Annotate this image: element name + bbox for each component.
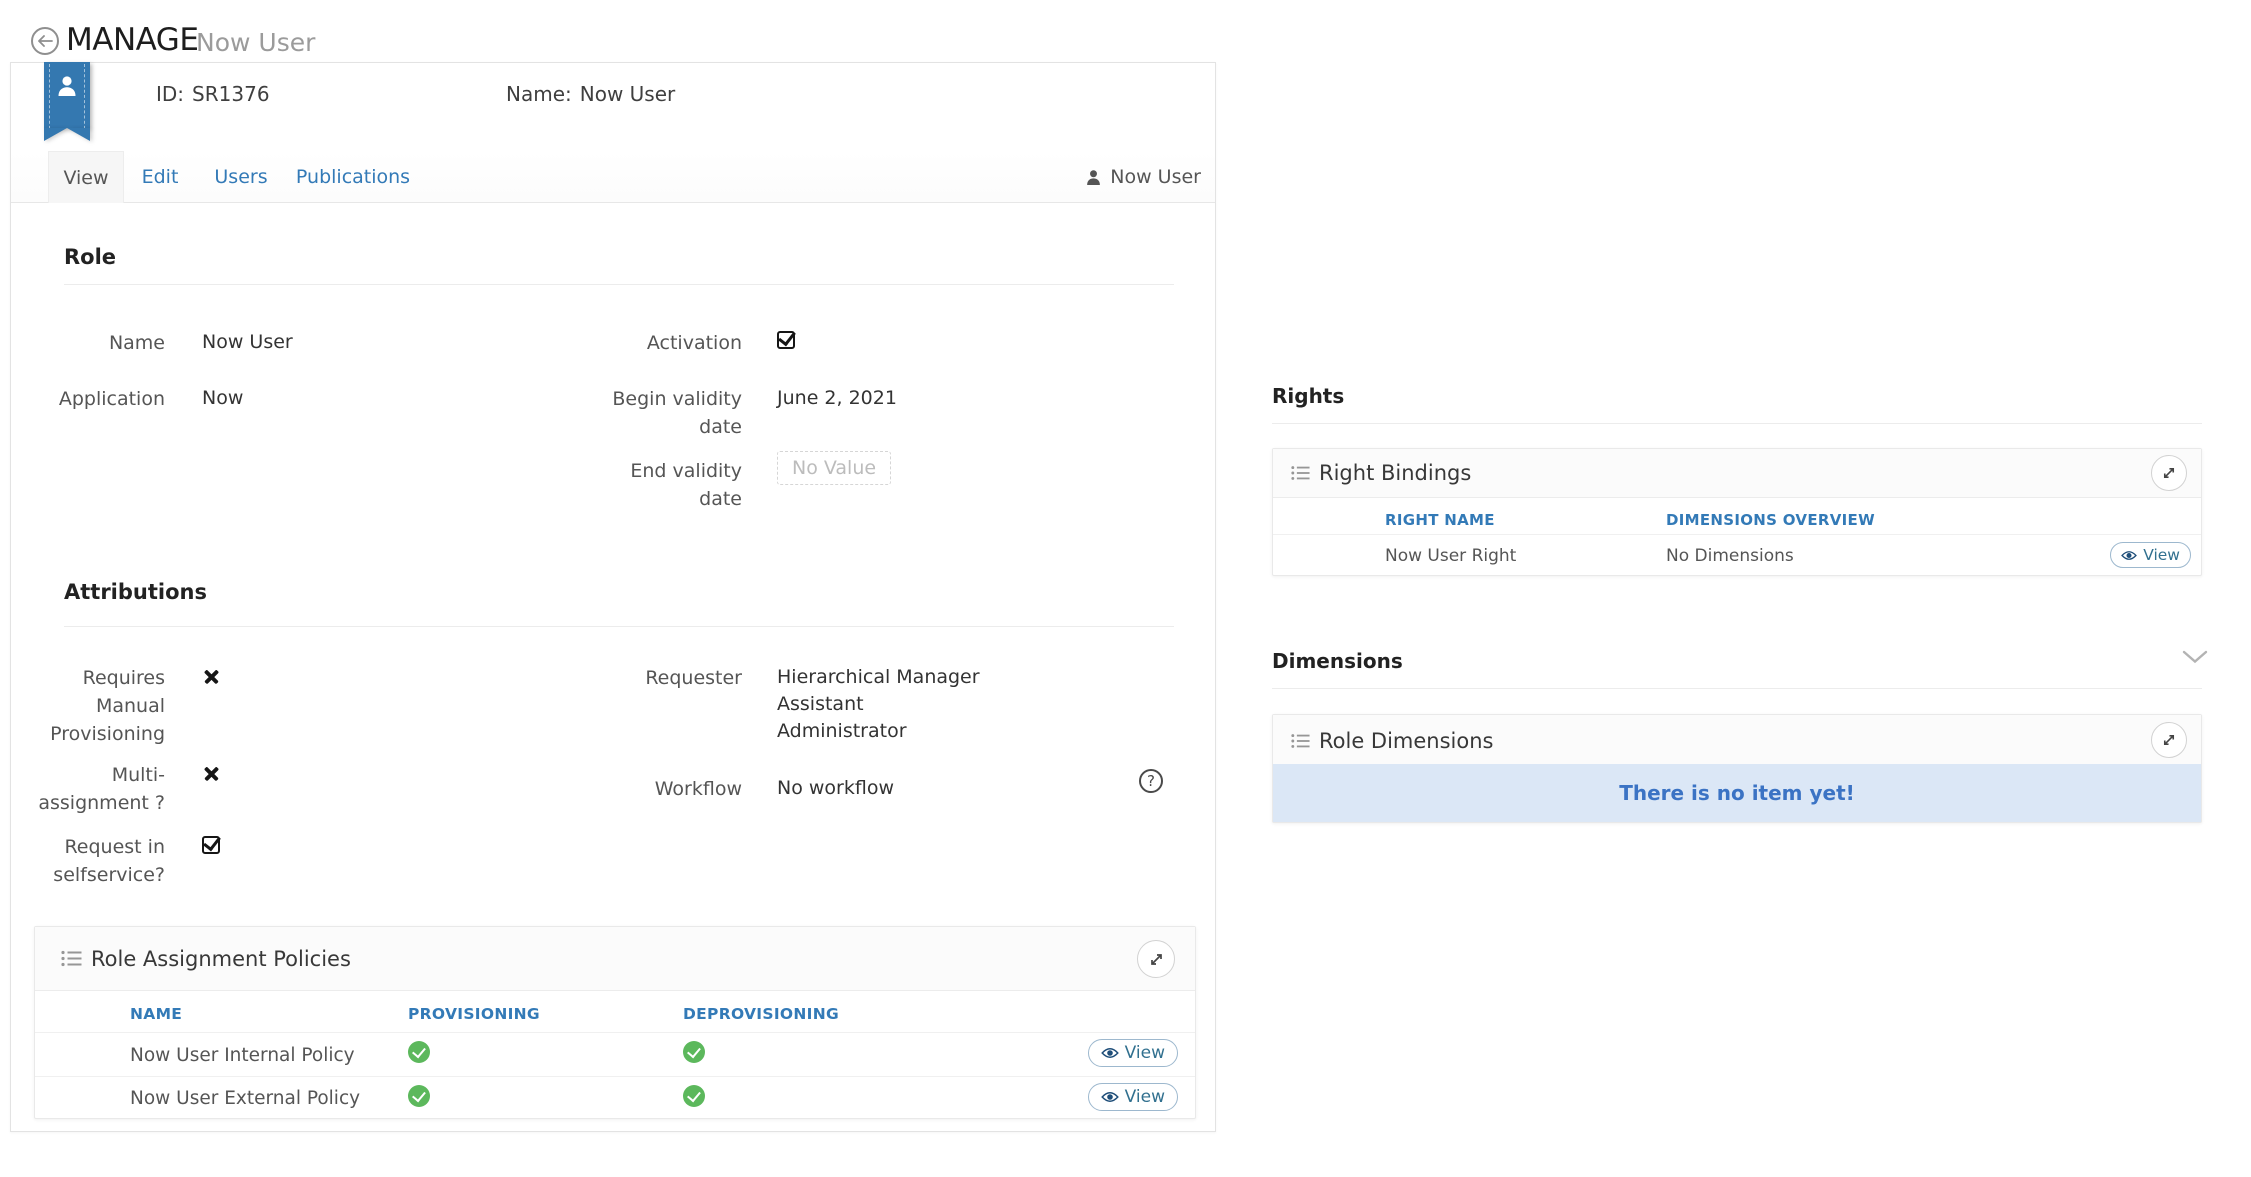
role-detail-card: ID: SR1376 Name: Now User View Edit Users … — [10, 62, 1216, 1132]
multi-assignment-cross-icon — [204, 766, 219, 781]
end-validity-novalue-box: No Value — [777, 451, 891, 485]
divider — [1272, 423, 2202, 424]
tab-view[interactable]: View — [48, 151, 124, 203]
activation-label: Activation — [571, 329, 742, 357]
col-header-provisioning[interactable]: PROVISIONING — [408, 1005, 540, 1023]
dimensions-cell: No Dimensions — [1666, 546, 1794, 566]
list-icon — [1291, 465, 1310, 481]
provisioning-check-icon — [408, 1085, 430, 1107]
role-name-value: Now User — [580, 82, 676, 106]
back-arrow-icon — [37, 35, 53, 47]
role-id-field: ID: SR1376 — [156, 82, 270, 106]
page-header: MANAGE Now User — [0, 0, 2251, 62]
role-name-field: Name: Now User — [506, 82, 675, 106]
eye-icon — [2121, 550, 2137, 561]
col-header-name[interactable]: NAME — [130, 1005, 182, 1023]
eye-icon — [1101, 1091, 1119, 1103]
requester-label: Requester — [571, 664, 742, 692]
tab-edit[interactable]: Edit — [134, 151, 186, 203]
application-label: Application — [21, 385, 165, 413]
activation-checked-icon — [777, 331, 795, 349]
divider — [64, 284, 1174, 285]
name-label: Name — [21, 329, 165, 357]
application-value: Now — [202, 385, 243, 412]
role-id-value: SR1376 — [192, 82, 270, 106]
role-assignment-policies-panel: Role Assignment Policies NAME PROVISIONI… — [34, 926, 1196, 1119]
name-value: Now User — [202, 329, 293, 356]
requires-provisioning-label: Requires Manual Provisioning — [21, 664, 165, 748]
provisioning-check-icon — [408, 1041, 430, 1063]
begin-validity-value: June 2, 2021 — [777, 385, 897, 412]
right-name-cell: Now User Right — [1385, 546, 1516, 566]
bookmark-stitch — [84, 64, 85, 134]
col-header-dimensions-overview[interactable]: DIMENSIONS OVERVIEW — [1666, 511, 1875, 529]
attributions-section-title: Attributions — [64, 580, 207, 604]
empty-state-message: There is no item yet! — [1273, 764, 2201, 822]
user-icon — [1086, 169, 1101, 186]
rights-section-title: Rights — [1272, 384, 1344, 408]
col-header-deprovisioning[interactable]: DEPROVISIONING — [683, 1005, 839, 1023]
expand-icon[interactable] — [2151, 722, 2187, 758]
requires-provisioning-cross-icon — [204, 669, 219, 684]
expand-icon[interactable] — [2151, 455, 2187, 491]
expand-icon[interactable] — [1137, 940, 1175, 978]
page-subtitle: Now User — [196, 28, 315, 57]
divider — [64, 626, 1174, 627]
workflow-label: Workflow — [571, 775, 742, 803]
view-policy-button[interactable]: View — [1088, 1039, 1178, 1067]
right-bindings-panel: Right Bindings RIGHT NAME DIMENSIONS OVE… — [1272, 448, 2202, 576]
multi-assignment-label: Multi- assignment ? — [21, 761, 165, 817]
deprovisioning-check-icon — [683, 1041, 705, 1063]
back-button[interactable] — [31, 27, 59, 55]
row-separator — [35, 1076, 1195, 1077]
role-dimensions-panel: Role Dimensions There is no item yet! — [1272, 714, 2202, 823]
selfservice-checked-icon — [202, 836, 220, 854]
deprovisioning-check-icon — [683, 1085, 705, 1107]
policies-panel-title: Role Assignment Policies — [91, 947, 351, 971]
right-bindings-title: Right Bindings — [1319, 461, 1471, 485]
end-validity-label: End validity date — [571, 457, 742, 513]
eye-icon — [1101, 1047, 1119, 1059]
row-separator — [1273, 534, 2201, 535]
bookmark-stitch — [49, 64, 50, 134]
workflow-value: No workflow — [777, 775, 894, 802]
col-header-right-name[interactable]: RIGHT NAME — [1385, 511, 1495, 529]
page-title: MANAGE — [66, 22, 198, 58]
current-user-name: Now User — [1110, 166, 1201, 188]
list-icon — [61, 950, 82, 967]
dimensions-section-title: Dimensions — [1272, 649, 1403, 673]
role-name-label: Name: — [506, 82, 572, 106]
row-separator — [35, 1032, 1195, 1033]
role-bookmark-badge — [44, 62, 90, 128]
policy-name: Now User External Policy — [130, 1088, 360, 1109]
role-person-icon — [57, 75, 77, 97]
workflow-help-icon[interactable]: ? — [1139, 769, 1163, 793]
view-policy-button[interactable]: View — [1088, 1083, 1178, 1111]
chevron-down-icon[interactable] — [2182, 650, 2208, 664]
role-section-title: Role — [64, 245, 116, 269]
tab-users[interactable]: Users — [205, 151, 277, 203]
list-icon — [1291, 733, 1310, 749]
tab-publications[interactable]: Publications — [291, 151, 415, 203]
role-dimensions-header: Role Dimensions — [1273, 715, 2201, 766]
view-right-button[interactable]: View — [2110, 542, 2191, 568]
requester-value: Hierarchical Manager Assistant Administr… — [777, 664, 980, 745]
divider — [1272, 688, 2202, 689]
role-id-label: ID: — [156, 82, 184, 106]
selfservice-label: Request in selfservice? — [21, 833, 165, 889]
begin-validity-label: Begin validity date — [571, 385, 742, 441]
policy-name: Now User Internal Policy — [130, 1045, 355, 1066]
right-bindings-header: Right Bindings — [1273, 449, 2201, 498]
policies-panel-header: Role Assignment Policies — [35, 927, 1195, 991]
current-user-chip: Now User — [1086, 151, 1201, 203]
role-dimensions-title: Role Dimensions — [1319, 729, 1494, 753]
tab-strip: View Edit Users Publications Now User — [11, 151, 1215, 203]
